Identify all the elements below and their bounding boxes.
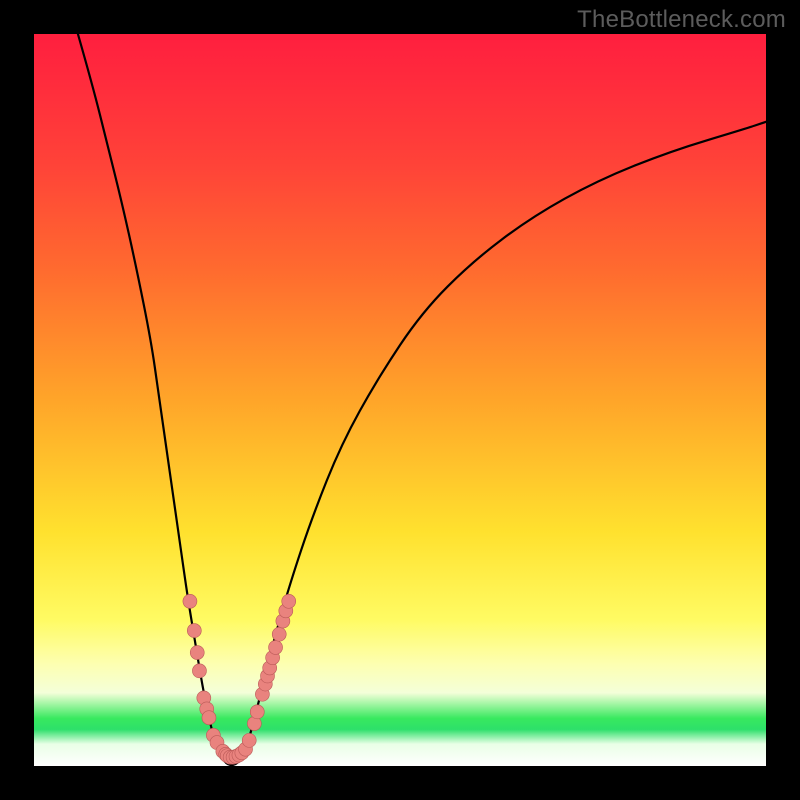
- chart-frame: TheBottleneck.com: [0, 0, 800, 800]
- plot-area: [34, 34, 766, 766]
- curve-marker: [282, 594, 296, 608]
- curve-marker: [272, 627, 286, 641]
- curve-marker: [269, 640, 283, 654]
- curve-marker: [192, 664, 206, 678]
- curve-marker: [190, 646, 204, 660]
- bottleneck-curve: [78, 34, 766, 765]
- curve-marker: [187, 624, 201, 638]
- curve-markers: [183, 594, 296, 764]
- curve-marker: [242, 733, 256, 747]
- curve-marker: [250, 705, 264, 719]
- chart-svg: [34, 34, 766, 766]
- curve-marker: [183, 594, 197, 608]
- watermark-text: TheBottleneck.com: [577, 6, 786, 34]
- curve-marker: [202, 711, 216, 725]
